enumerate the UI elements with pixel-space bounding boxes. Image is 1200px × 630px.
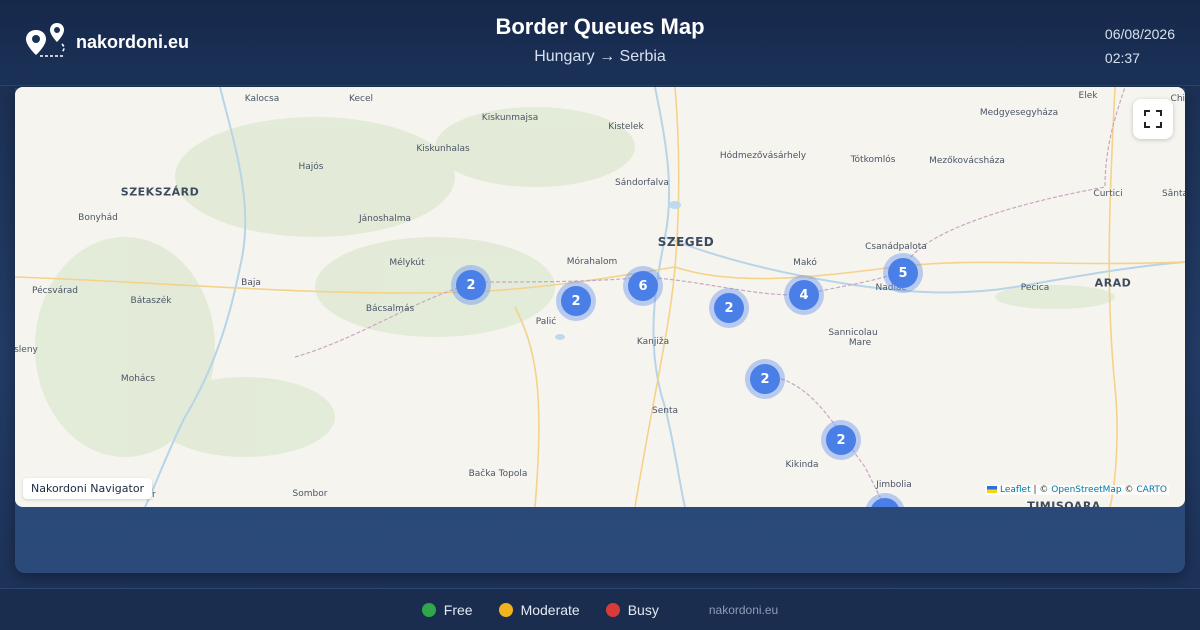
free-dot-icon <box>421 602 436 617</box>
queue-cluster-marker[interactable]: 5 <box>883 253 923 293</box>
cluster-count: 2 <box>456 270 486 300</box>
place-label: Baja <box>241 278 261 288</box>
fullscreen-icon <box>1144 110 1162 128</box>
map[interactable]: Kalocsa Kecel Kiskunmajsa Kistelek Elek Medgy… <box>15 87 1185 507</box>
route-label: Hungary → Serbia <box>534 48 666 65</box>
place-label: Bačka Topola <box>468 469 528 479</box>
place-label: Kikinda <box>785 460 819 470</box>
legend-free: Free <box>421 601 473 618</box>
attribution-sep1: | © <box>1030 485 1052 495</box>
queue-cluster-marker[interactable]: 2 <box>556 281 596 321</box>
place-label: Elek <box>1078 91 1098 101</box>
place-label: Kistelek <box>608 122 644 132</box>
cluster-count: 5 <box>888 258 918 288</box>
cluster-count: 2 <box>750 364 780 394</box>
place-label: Kiskunmajsa <box>481 113 539 123</box>
place-label: Senta <box>652 406 678 416</box>
busy-dot-icon <box>605 602 620 617</box>
ukraine-flag-icon <box>987 486 998 493</box>
place-label: sleny <box>15 345 38 355</box>
legend-busy: Busy <box>605 601 659 618</box>
footer-site: nakordoni.eu <box>708 602 779 617</box>
title-block: Border Queues Map Hungary → Serbia <box>0 14 1200 66</box>
place-label: Sombor <box>292 489 328 499</box>
place-label: Chisine <box>1170 94 1185 104</box>
place-label: Sânta <box>1162 189 1185 199</box>
moderate-dot-icon <box>498 602 513 617</box>
place-label: Kiskunhalas <box>416 144 470 154</box>
place-label: Csanádpalota <box>865 242 927 252</box>
cluster-count: 2 <box>714 293 744 323</box>
queue-cluster-marker[interactable]: 2 <box>745 359 785 399</box>
cluster-count: 4 <box>789 280 819 310</box>
map-base-layer <box>15 87 1185 507</box>
queue-cluster-marker[interactable]: 2 <box>451 265 491 305</box>
place-label: Kalocsa <box>244 94 280 104</box>
date-label: 06/08/2026 <box>1104 26 1175 42</box>
place-label: Jánoshalma <box>358 214 412 224</box>
place-label: Mohács <box>120 374 156 384</box>
navigator-label: Nakordoni Navigator <box>23 478 153 499</box>
map-attribution: Leaflet | © OpenStreetMap © CARTO <box>985 485 1169 495</box>
cluster-count: 6 <box>628 271 658 301</box>
leaflet-link[interactable]: Leaflet <box>1000 485 1031 495</box>
place-label: Bátaszék <box>130 296 172 306</box>
place-label: Mélykút <box>389 258 425 268</box>
place-label: Hajós <box>298 162 324 172</box>
cluster-count <box>870 498 900 507</box>
queue-cluster-marker[interactable]: 2 <box>709 288 749 328</box>
place-label: Pécsvárad <box>31 286 79 296</box>
place-label: Mare <box>848 338 872 348</box>
place-label: Sannicolau <box>828 328 878 338</box>
osm-link[interactable]: OpenStreetMap <box>1051 485 1121 495</box>
page-title: Border Queues Map <box>495 14 705 39</box>
place-label: Palić <box>535 317 557 327</box>
place-label: Makó <box>793 258 817 268</box>
legend-moderate: Moderate <box>498 601 580 618</box>
place-label: ARAD <box>1094 276 1132 290</box>
fullscreen-button[interactable] <box>1133 99 1173 139</box>
place-label: SZEGED <box>657 235 715 249</box>
place-label: SZEKSZÁRD <box>120 185 200 199</box>
queue-cluster-marker[interactable]: 4 <box>784 275 824 315</box>
place-label: TIMISOARA <box>1027 499 1101 508</box>
place-label: Tótkomlós <box>850 155 896 165</box>
attribution-sep2: © <box>1121 485 1137 495</box>
place-label: Mórahalom <box>566 257 618 267</box>
header: nakordoni.eu Border Queues Map Hungary →… <box>0 0 1200 86</box>
cluster-count: 2 <box>826 425 856 455</box>
time-label: 02:37 <box>1104 50 1140 66</box>
place-label: Hódmezővásárhely <box>719 151 807 161</box>
carto-link[interactable]: CARTO <box>1136 485 1167 495</box>
place-label: Kanjiža <box>636 337 670 347</box>
legend-free-label: Free <box>443 601 473 618</box>
place-label: Medgyesegyháza <box>979 108 1059 118</box>
queue-cluster-marker[interactable]: 6 <box>623 266 663 306</box>
place-label: Bácsalmás <box>365 304 415 314</box>
place-label: Bonyhád <box>78 213 118 223</box>
legend-moderate-label: Moderate <box>520 601 580 618</box>
queue-cluster-marker[interactable]: 2 <box>821 420 861 460</box>
place-label: Sándorfalva <box>615 178 669 188</box>
place-label: Mezőkovácsháza <box>929 156 1005 166</box>
place-label: Kecel <box>349 94 373 104</box>
footer: Free Moderate Busy nakordoni.eu <box>0 588 1200 630</box>
datetime: 06/08/2026 02:37 <box>1105 22 1175 70</box>
legend-busy-label: Busy <box>627 601 659 618</box>
cluster-count: 2 <box>561 286 591 316</box>
place-label: Jimbolia <box>876 480 912 490</box>
place-label: Pecica <box>1020 283 1050 293</box>
place-label: Curtici <box>1093 189 1123 199</box>
